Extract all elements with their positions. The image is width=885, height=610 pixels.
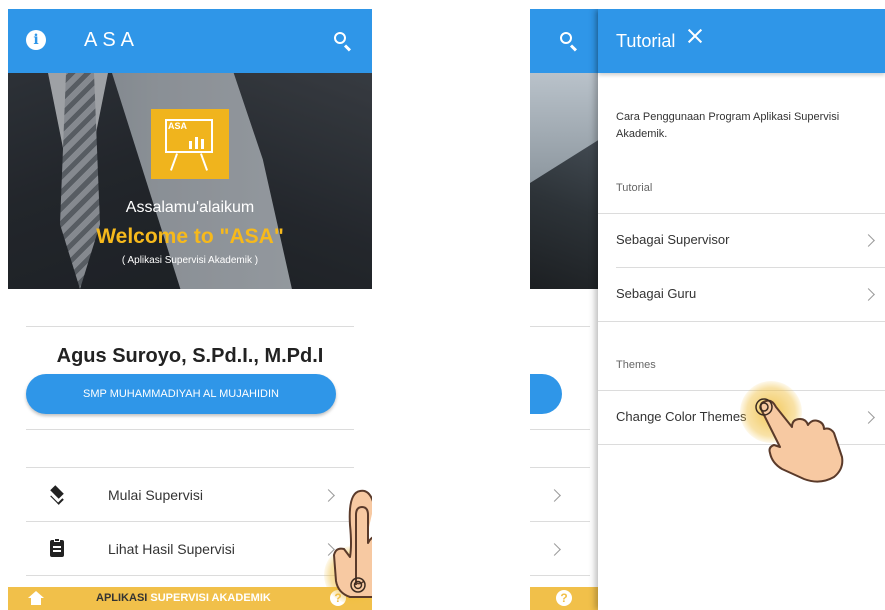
app-title: ASA	[84, 29, 140, 51]
drawer-item-supervisor[interactable]: Sebagai Supervisor	[598, 214, 885, 266]
layers-icon	[48, 484, 68, 505]
divider	[530, 575, 590, 576]
user-name: Agus Suroyo, S.Pd.I., M.Pd.I	[56, 345, 324, 367]
tutorial-drawer: Tutorial Cara Penggunaan Program Aplikas…	[598, 9, 885, 610]
chevron-right-icon	[862, 411, 875, 424]
school-button[interactable]	[530, 374, 562, 414]
divider	[530, 467, 590, 468]
drawer-item-guru[interactable]: Sebagai Guru	[598, 268, 885, 320]
chevron-right-icon	[862, 288, 875, 301]
hero-banner	[530, 73, 600, 289]
chevron-right-icon	[862, 234, 875, 247]
menu-item-lihat-hasil[interactable]: Lihat Hasil Supervisi	[26, 522, 354, 576]
divider	[26, 326, 354, 327]
chevron-right-icon	[548, 543, 561, 556]
clipboard-icon	[48, 538, 68, 558]
screenshot-canvas: i ASA ASA Assalamu'alaikum Welcome to "A…	[0, 0, 885, 610]
drawer-header: Tutorial	[598, 9, 885, 73]
hand-pointer-icon	[755, 398, 844, 483]
divider	[530, 429, 590, 430]
menu-item-mulai-supervisi[interactable]: Mulai Supervisi	[26, 468, 354, 522]
drawer-title: Tutorial	[616, 31, 676, 51]
bottom-bar: APLIKASI SUPERVISI AKADEMIK ?	[8, 587, 372, 610]
drawer-screen: ? Tutorial Cara Penggunaan Program Aplik…	[530, 9, 885, 610]
app-subtitle: ( Aplikasi Supervisi Akademik )	[121, 255, 259, 266]
divider	[26, 429, 354, 430]
chevron-right-icon	[548, 489, 561, 502]
drawer-item-label: Sebagai Guru	[616, 286, 697, 301]
info-icon[interactable]: i	[26, 30, 46, 50]
bottom-bar: ?	[530, 587, 600, 610]
menu-item-label: Lihat Hasil Supervisi	[108, 541, 235, 557]
welcome-text: Welcome to "ASA"	[96, 225, 284, 248]
menu-item-label: Mulai Supervisi	[108, 487, 203, 503]
home-icon[interactable]	[28, 591, 44, 605]
search-icon[interactable]	[332, 30, 354, 52]
app-bar	[530, 9, 600, 73]
hero-banner: ASA Assalamu'alaikum Welcome to "ASA" ( …	[8, 73, 372, 289]
app-bar: i ASA	[8, 9, 372, 73]
section-label-themes: Themes	[616, 359, 656, 371]
asa-logo: ASA	[151, 109, 229, 179]
home-screen: i ASA ASA Assalamu'alaikum Welcome to "A…	[8, 9, 372, 610]
greeting-text: Assalamu'alaikum	[125, 199, 255, 216]
divider	[26, 575, 354, 576]
close-icon[interactable]	[686, 27, 704, 45]
divider	[530, 326, 590, 327]
footer-title: APLIKASI SUPERVISI AKADEMIK	[96, 592, 271, 604]
drawer-item-label: Change Color Themes	[616, 409, 747, 424]
section-label-tutorial: Tutorial	[616, 182, 653, 194]
divider	[598, 321, 885, 322]
search-icon[interactable]	[558, 30, 580, 52]
divider	[530, 521, 590, 522]
help-icon[interactable]: ?	[556, 590, 572, 606]
hand-pointer-icon	[333, 489, 372, 598]
drawer-description: Cara Penggunaan Program Aplikasi Supervi…	[616, 111, 840, 140]
school-button[interactable]: SMP MUHAMMADIYAH AL MUJAHIDIN	[26, 374, 336, 414]
drawer-item-label: Sebagai Supervisor	[616, 232, 730, 247]
